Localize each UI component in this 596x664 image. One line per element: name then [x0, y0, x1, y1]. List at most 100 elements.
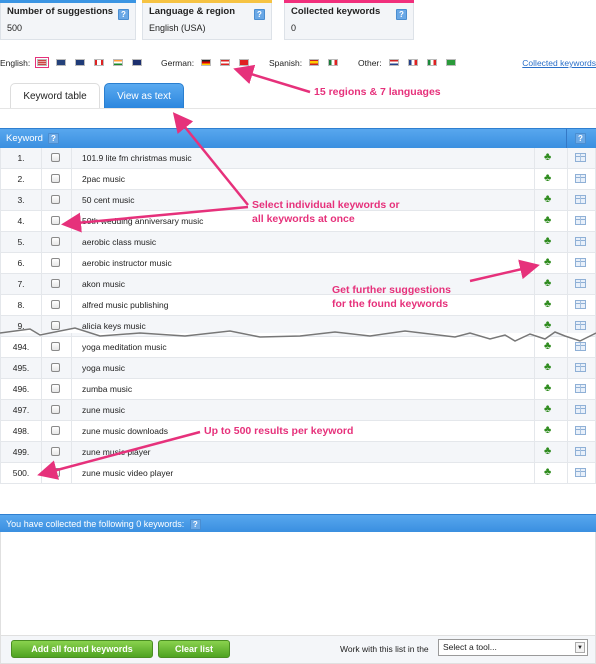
- keyword-checkbox[interactable]: [51, 153, 60, 162]
- flag-italy-icon[interactable]: [427, 59, 437, 66]
- column-divider: [534, 232, 535, 252]
- column-divider: [41, 232, 42, 252]
- table-view-icon[interactable]: [575, 321, 586, 330]
- stat-title: Number of suggestions: [7, 6, 114, 17]
- flag-india-icon[interactable]: [113, 59, 123, 66]
- flag-mexico-icon[interactable]: [328, 59, 338, 66]
- collected-header-text: You have collected the following 0 keywo…: [6, 519, 185, 529]
- keyword-checkbox[interactable]: [51, 216, 60, 225]
- column-divider: [534, 295, 535, 315]
- table-view-icon[interactable]: [575, 342, 586, 351]
- table-view-icon[interactable]: [575, 279, 586, 288]
- column-divider: [41, 337, 42, 357]
- table-view-icon[interactable]: [575, 195, 586, 204]
- help-icon[interactable]: ?: [575, 133, 586, 144]
- collected-keywords-link[interactable]: Collected keywords: [522, 58, 596, 68]
- stat-language-region: Language & region English (USA) ?: [142, 0, 272, 40]
- further-suggestions-icon[interactable]: ♣: [544, 152, 551, 163]
- keyword-checkbox[interactable]: [51, 426, 60, 435]
- further-suggestions-icon[interactable]: ♣: [544, 320, 551, 331]
- stat-value: 500: [7, 23, 23, 33]
- further-suggestions-icon[interactable]: ♣: [544, 194, 551, 205]
- further-suggestions-icon[interactable]: ♣: [544, 173, 551, 184]
- flag-spain-icon[interactable]: [309, 59, 319, 66]
- table-view-icon[interactable]: [575, 174, 586, 183]
- arrow-to-flags: [233, 64, 311, 94]
- keyword-checkbox[interactable]: [51, 384, 60, 393]
- further-suggestions-icon[interactable]: ♣: [544, 299, 551, 310]
- keyword-checkbox[interactable]: [51, 447, 60, 456]
- table-view-icon[interactable]: [575, 300, 586, 309]
- tool-select-dropdown[interactable]: Select a tool... ▼: [438, 639, 588, 656]
- table-row: 497. zune music ♣: [0, 400, 596, 421]
- keyword-checkbox[interactable]: [51, 468, 60, 477]
- help-icon[interactable]: ?: [189, 519, 201, 530]
- keyword-checkbox[interactable]: [51, 237, 60, 246]
- keyword-checkbox[interactable]: [51, 405, 60, 414]
- help-icon[interactable]: ?: [396, 9, 407, 20]
- further-suggestions-icon[interactable]: ♣: [544, 215, 551, 226]
- stat-title: Collected keywords: [291, 6, 381, 17]
- flag-new-zealand-icon[interactable]: [132, 59, 142, 66]
- column-divider: [41, 274, 42, 294]
- column-divider: [71, 253, 72, 273]
- table-view-icon[interactable]: [575, 447, 586, 456]
- annotation-further-2: for the found keywords: [332, 298, 449, 310]
- flag-austria-icon[interactable]: [220, 59, 230, 66]
- further-suggestions-icon[interactable]: ♣: [544, 257, 551, 268]
- keyword-checkbox[interactable]: [51, 321, 60, 330]
- row-number: 4.: [17, 216, 25, 226]
- keyword-text: 50 cent music: [82, 195, 135, 205]
- tab-keyword-table[interactable]: Keyword table: [10, 83, 100, 109]
- flag-netherlands-icon[interactable]: [389, 59, 399, 66]
- column-divider: [534, 400, 535, 420]
- flag-usa-icon[interactable]: [35, 57, 49, 68]
- row-number: 499.: [12, 447, 30, 457]
- collected-keywords-list[interactable]: [0, 532, 596, 636]
- further-suggestions-icon[interactable]: ♣: [544, 236, 551, 247]
- help-icon[interactable]: ?: [48, 133, 59, 144]
- flag-canada-icon[interactable]: [94, 59, 104, 66]
- further-suggestions-icon[interactable]: ♣: [544, 425, 551, 436]
- keyword-checkbox[interactable]: [51, 258, 60, 267]
- column-divider: [71, 379, 72, 399]
- keyword-checkbox[interactable]: [51, 363, 60, 372]
- help-icon[interactable]: ?: [118, 9, 129, 20]
- table-view-icon[interactable]: [575, 468, 586, 477]
- further-suggestions-icon[interactable]: ♣: [544, 278, 551, 289]
- table-view-icon[interactable]: [575, 426, 586, 435]
- further-suggestions-icon[interactable]: ♣: [544, 404, 551, 415]
- keyword-checkbox[interactable]: [51, 195, 60, 204]
- further-suggestions-icon[interactable]: ♣: [544, 467, 551, 478]
- help-icon[interactable]: ?: [254, 9, 265, 20]
- clear-list-button[interactable]: Clear list: [158, 640, 230, 658]
- column-divider: [567, 232, 568, 252]
- further-suggestions-icon[interactable]: ♣: [544, 383, 551, 394]
- table-view-icon[interactable]: [575, 216, 586, 225]
- tab-view-as-text[interactable]: View as text: [104, 83, 184, 109]
- further-suggestions-icon[interactable]: ♣: [544, 341, 551, 352]
- table-view-icon[interactable]: [575, 363, 586, 372]
- chevron-down-icon[interactable]: ▼: [575, 642, 585, 653]
- keyword-checkbox[interactable]: [51, 300, 60, 309]
- further-suggestions-icon[interactable]: ♣: [544, 362, 551, 373]
- column-divider: [71, 169, 72, 189]
- row-number: 498.: [12, 426, 30, 436]
- column-divider: [41, 358, 42, 378]
- keyword-checkbox[interactable]: [51, 174, 60, 183]
- flag-france-icon[interactable]: [408, 59, 418, 66]
- flag-australia-icon[interactable]: [75, 59, 85, 66]
- table-view-icon[interactable]: [575, 405, 586, 414]
- flag-uk-icon[interactable]: [56, 59, 66, 66]
- keyword-checkbox[interactable]: [51, 279, 60, 288]
- table-view-icon[interactable]: [575, 237, 586, 246]
- table-view-icon[interactable]: [575, 384, 586, 393]
- flag-brazil-icon[interactable]: [446, 59, 456, 66]
- add-all-found-keywords-button[interactable]: Add all found keywords: [11, 640, 153, 658]
- flag-germany-icon[interactable]: [201, 59, 211, 66]
- flag-switzerland-icon[interactable]: [239, 59, 249, 66]
- table-view-icon[interactable]: [575, 258, 586, 267]
- keyword-checkbox[interactable]: [51, 342, 60, 351]
- further-suggestions-icon[interactable]: ♣: [544, 446, 551, 457]
- table-view-icon[interactable]: [575, 153, 586, 162]
